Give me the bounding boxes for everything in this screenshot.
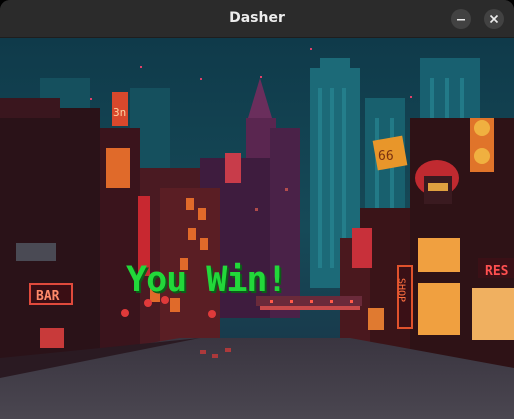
sign-bar: BAR bbox=[36, 289, 60, 304]
game-canvas[interactable]: 3n BAR 66 SHOP RES You Win! bbox=[0, 38, 514, 419]
minimize-icon bbox=[457, 19, 465, 21]
close-icon bbox=[489, 14, 499, 24]
sign-3n: 3n bbox=[113, 106, 126, 119]
title-bar[interactable]: Dasher bbox=[0, 0, 514, 38]
win-message: You Win! bbox=[126, 260, 296, 304]
close-button[interactable] bbox=[484, 9, 504, 29]
window-title: Dasher bbox=[229, 10, 285, 26]
app-window: Dasher 3n BAR 66 SHOP RES You Win! bbox=[0, 0, 514, 419]
win-message-text: You Win! bbox=[126, 260, 288, 300]
minimize-button[interactable] bbox=[451, 9, 471, 29]
city-background: 3n BAR 66 SHOP RES bbox=[0, 38, 514, 419]
sign-res: RES bbox=[485, 264, 509, 279]
sign-66: 66 bbox=[378, 149, 394, 164]
sign-shop: SHOP bbox=[396, 278, 407, 302]
